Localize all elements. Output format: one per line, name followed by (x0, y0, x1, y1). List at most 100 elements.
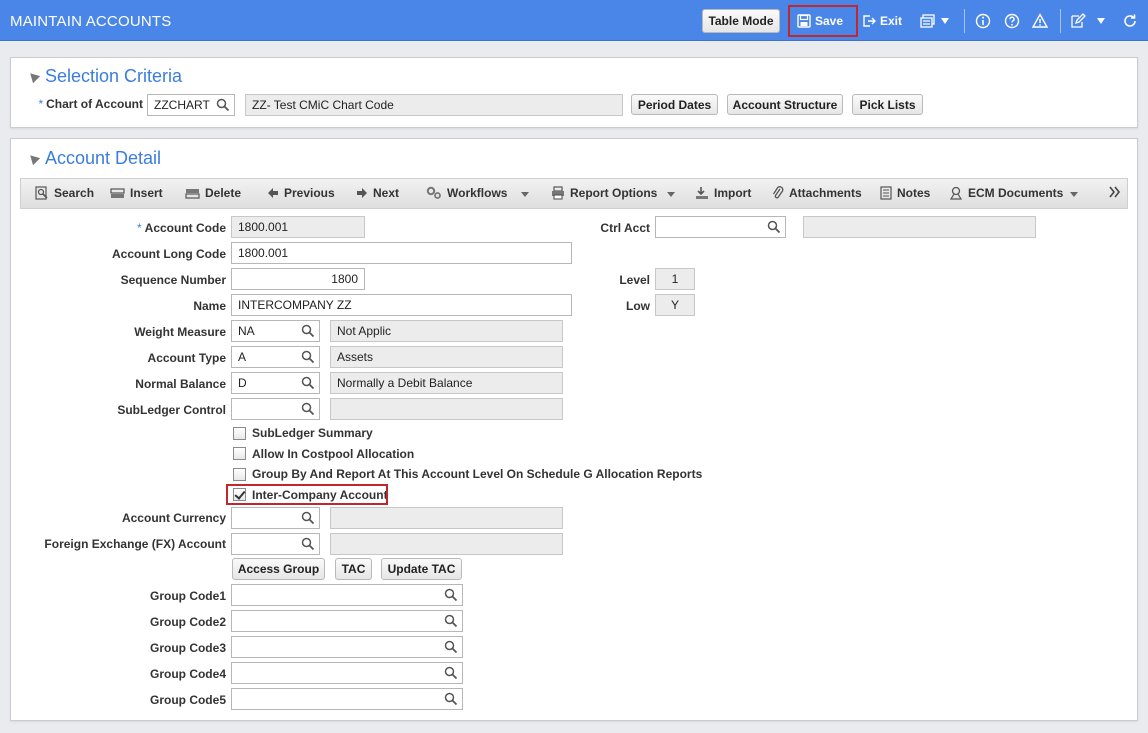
previous-button[interactable]: Previous (267, 186, 335, 200)
weight-measure-label: Weight Measure (134, 325, 226, 339)
subledger-control-description (330, 398, 563, 420)
normal-balance-input[interactable]: D (231, 372, 320, 394)
chart-of-account-input[interactable]: ZZCHART (147, 94, 235, 116)
group-code2-input[interactable] (231, 610, 463, 632)
costpool-allocation-label: Allow In Costpool Allocation (252, 447, 415, 461)
import-icon (696, 187, 708, 199)
fx-account-description (330, 533, 563, 555)
group-code4-label: Group Code4 (149, 667, 226, 681)
search-icon[interactable] (444, 588, 458, 602)
print-menu-button[interactable] (920, 9, 950, 33)
import-button[interactable]: Import (695, 186, 751, 200)
delete-button[interactable]: Delete (185, 186, 241, 200)
group-code2-label: Group Code2 (149, 615, 226, 629)
chevron-down-icon[interactable] (1070, 192, 1078, 197)
schedule-g-report-checkbox[interactable] (233, 468, 246, 481)
help-icon (1004, 13, 1020, 29)
chevron-down-icon[interactable] (667, 192, 675, 197)
fx-account-label: Foreign Exchange (FX) Account (44, 537, 226, 551)
info-button[interactable] (975, 9, 991, 33)
refresh-icon (1122, 13, 1138, 29)
account-code-field[interactable]: 1800.001 (231, 216, 365, 238)
tac-button[interactable]: TAC (335, 558, 372, 580)
pick-lists-button[interactable]: Pick Lists (852, 94, 923, 115)
subledger-control-label: SubLedger Control (117, 403, 226, 417)
next-button[interactable]: Next (356, 186, 399, 200)
weight-measure-description: Not Applic (330, 320, 563, 342)
refresh-button[interactable] (1122, 9, 1138, 33)
search-icon[interactable] (301, 350, 315, 364)
subledger-summary-label: SubLedger Summary (252, 426, 373, 440)
group-code5-input[interactable] (231, 688, 463, 710)
warning-button[interactable] (1032, 9, 1048, 33)
chart-description-field: ZZ- Test CMiC Chart Code (245, 94, 623, 116)
exit-button[interactable]: Exit (862, 9, 902, 33)
search-icon[interactable] (767, 220, 781, 234)
report-options-button[interactable]: Report Options (551, 186, 657, 200)
search-icon[interactable] (444, 692, 458, 706)
update-tac-button[interactable]: Update TAC (381, 558, 462, 580)
sequence-number-input[interactable]: 1800 (231, 268, 365, 290)
search-icon[interactable] (444, 666, 458, 680)
search-icon[interactable] (444, 640, 458, 654)
paperclip-icon (772, 186, 784, 199)
search-icon[interactable] (301, 402, 315, 416)
header-divider (964, 9, 965, 33)
weight-measure-input[interactable]: NA (231, 320, 320, 342)
collapse-triangle-icon (26, 69, 41, 84)
subledger-control-input[interactable] (231, 398, 320, 420)
account-type-label: Account Type (147, 351, 226, 365)
selection-criteria-title: Selection Criteria (45, 66, 183, 86)
ecm-documents-button[interactable]: ECM Documents (949, 186, 1063, 200)
group-code1-input[interactable] (231, 584, 463, 606)
exit-label: Exit (880, 14, 903, 28)
search-icon[interactable] (301, 376, 315, 390)
edit-menu-button[interactable] (1070, 9, 1106, 33)
notes-button[interactable]: Notes (880, 186, 930, 200)
search-icon[interactable] (444, 614, 458, 628)
help-button[interactable] (1004, 9, 1020, 33)
insert-button[interactable]: Insert (110, 186, 163, 200)
selection-criteria-header[interactable]: Selection Criteria (26, 66, 183, 87)
workflows-button[interactable]: Workflows (426, 186, 507, 200)
search-icon[interactable] (301, 511, 315, 525)
period-dates-button[interactable]: Period Dates (631, 94, 718, 115)
costpool-allocation-checkbox[interactable] (233, 447, 246, 460)
chevron-down-icon (1096, 17, 1106, 25)
table-mode-button[interactable]: Table Mode (702, 9, 780, 33)
ecm-documents-icon (949, 186, 963, 200)
level-field: 1 (655, 268, 695, 290)
access-group-button[interactable]: Access Group (232, 558, 325, 580)
account-detail-header[interactable]: Account Detail (26, 148, 161, 169)
documents-icon (920, 14, 936, 28)
account-structure-button[interactable]: Account Structure (727, 94, 843, 115)
page-title: MAINTAIN ACCOUNTS (10, 13, 172, 30)
account-code-label: * Account Code (136, 221, 226, 235)
info-icon (975, 13, 991, 29)
low-label: Low (626, 299, 650, 313)
search-icon[interactable] (301, 537, 315, 551)
group-code4-input[interactable] (231, 662, 463, 684)
search-icon[interactable] (301, 324, 315, 338)
account-type-input[interactable]: A (231, 346, 320, 368)
search-icon[interactable] (216, 98, 230, 112)
subledger-summary-checkbox[interactable] (233, 427, 246, 440)
chevron-down-icon[interactable] (521, 192, 529, 197)
group-code3-input[interactable] (231, 636, 463, 658)
name-input[interactable]: INTERCOMPANY ZZ (231, 294, 572, 316)
account-currency-description (330, 507, 563, 529)
low-field: Y (655, 294, 695, 316)
account-currency-input[interactable] (231, 507, 320, 529)
inter-company-highlight-box (226, 484, 388, 505)
double-chevron-right-icon (1109, 186, 1121, 198)
header-divider (1060, 9, 1061, 33)
account-type-description: Assets (330, 346, 563, 368)
save-highlight-box (788, 5, 858, 37)
toolbar-overflow-button[interactable] (1109, 185, 1121, 199)
attachments-button[interactable]: Attachments (772, 186, 862, 200)
search-button[interactable]: Search (35, 186, 94, 200)
fx-account-input[interactable] (231, 533, 320, 555)
gears-icon (426, 186, 441, 199)
ctrl-acct-input[interactable] (655, 216, 786, 238)
account-long-code-input[interactable]: 1800.001 (231, 242, 572, 264)
